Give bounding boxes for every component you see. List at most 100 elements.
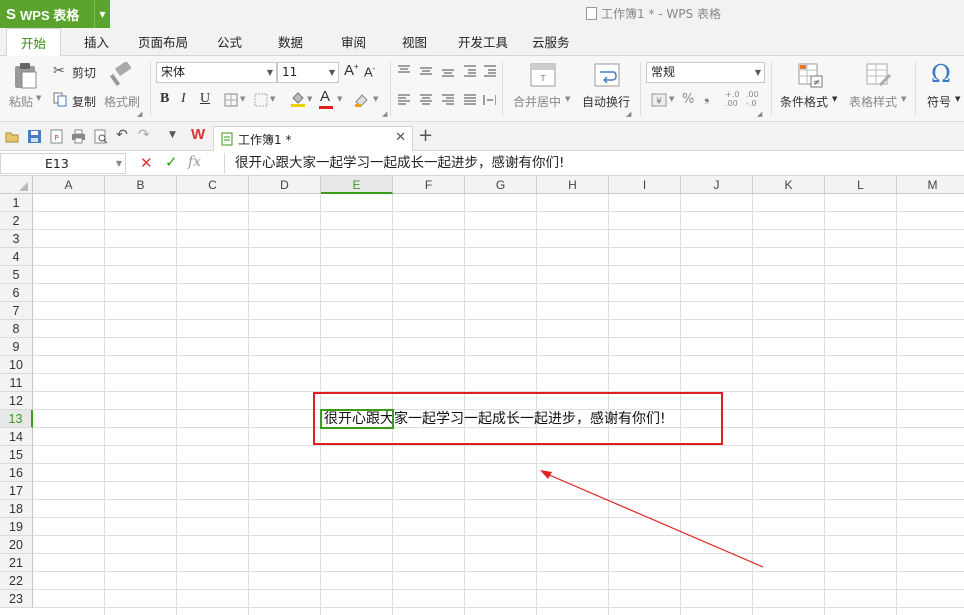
table-style-label: 表格样式 xyxy=(849,95,898,109)
chevron-down-icon: ▼ xyxy=(266,68,273,77)
comma-button[interactable]: ❟ xyxy=(704,89,710,105)
font-size-value: 11 xyxy=(282,65,298,79)
alignment-launcher-icon[interactable]: ◢ xyxy=(626,110,631,118)
currency-dropdown-icon[interactable]: ▼ xyxy=(669,95,674,103)
table-style-icon xyxy=(866,63,891,86)
paste-icon xyxy=(15,63,37,89)
number-format-select[interactable]: 常规 ▼ xyxy=(646,62,765,83)
horizontal-align-icons[interactable] xyxy=(396,93,496,107)
font-color-dropdown-icon[interactable]: ▼ xyxy=(337,95,342,103)
annotation-arrow-line xyxy=(546,473,764,568)
name-box[interactable]: E13 ▼ xyxy=(0,153,126,174)
undo-icon[interactable]: ↶ xyxy=(116,127,128,143)
fill-color-dropdown-icon[interactable]: ▼ xyxy=(307,95,312,103)
tab-page-layout[interactable]: 页面布局 xyxy=(128,28,198,56)
document-tab[interactable]: 工作簿1 * ✕ xyxy=(213,126,413,151)
paste-dropdown-icon: ▼ xyxy=(36,94,42,102)
clear-format-dropdown-icon[interactable]: ▼ xyxy=(373,95,378,103)
merge-center-icon: T xyxy=(530,63,556,87)
cancel-icon[interactable]: ✕ xyxy=(140,154,153,172)
ribbon-separator xyxy=(390,62,391,116)
symbol-label: 符号 xyxy=(927,95,952,109)
ribbon-separator xyxy=(915,62,916,116)
window-title-text: 工作簿1 * - WPS 表格 xyxy=(601,7,721,21)
tab-review[interactable]: 审阅 xyxy=(331,28,376,56)
conditional-format-dropdown-icon: ▼ xyxy=(832,95,838,103)
tab-insert[interactable]: 插入 xyxy=(74,28,119,56)
chevron-down-icon: ▼ xyxy=(115,159,122,168)
border-dropdown-icon[interactable]: ▼ xyxy=(240,95,245,103)
annotation-arrow xyxy=(540,470,764,568)
font-launcher-icon[interactable]: ◢ xyxy=(382,110,387,118)
close-icon[interactable]: ✕ xyxy=(395,130,406,145)
currency-icon[interactable]: ¥ xyxy=(651,93,667,107)
border-icon[interactable] xyxy=(224,93,238,107)
wps-home-icon[interactable]: W xyxy=(191,126,205,143)
tab-formulas[interactable]: 公式 xyxy=(207,28,252,56)
new-tab-icon[interactable]: + xyxy=(418,125,433,146)
print-preview-icon[interactable] xyxy=(93,129,108,144)
ribbon: 粘贴 ▼ ✂ 剪切 复制 格式刷 ◢ 宋体 ▼ 11 ▼ A+ A- B I U… xyxy=(0,56,964,122)
tab-home[interactable]: 开始 xyxy=(6,28,61,57)
font-size-select[interactable]: 11 ▼ xyxy=(277,62,339,83)
symbol-dropdown-icon: ▼ xyxy=(955,95,961,103)
quick-access-toolbar: P ↶ ↷ ▼ W 工作簿1 * ✕ + xyxy=(0,122,964,151)
increase-decimal-icon[interactable]: +.0.00 xyxy=(725,90,739,108)
print-icon[interactable] xyxy=(71,129,86,144)
insert-function-icon[interactable]: fx xyxy=(188,154,201,170)
spreadsheet-icon xyxy=(221,132,233,146)
format-painter-icon xyxy=(109,62,132,87)
percent-button[interactable]: % xyxy=(682,92,694,107)
vertical-align-icons[interactable] xyxy=(396,64,496,78)
ribbon-separator xyxy=(502,62,503,116)
decrease-decimal-icon[interactable]: .00 -.0 xyxy=(746,90,759,108)
paste-label: 粘贴 xyxy=(9,95,34,109)
annotation-arrow-head xyxy=(540,470,552,479)
table-style-dropdown-icon: ▼ xyxy=(901,95,907,103)
clear-format-icon[interactable] xyxy=(353,92,369,108)
copy-label: 复制 xyxy=(72,95,97,109)
font-color-icon[interactable]: A xyxy=(320,88,330,105)
wps-logo-icon: S xyxy=(6,5,17,23)
cell-format-dropdown-icon[interactable]: ▼ xyxy=(270,95,275,103)
redo-icon[interactable]: ↷ xyxy=(138,127,150,143)
italic-button[interactable]: I xyxy=(181,91,186,107)
ribbon-separator xyxy=(640,62,641,116)
font-color-swatch xyxy=(319,106,333,109)
wrap-text-icon xyxy=(594,63,620,87)
confirm-icon[interactable]: ✓ xyxy=(165,153,178,171)
ribbon-separator xyxy=(771,62,772,116)
number-format-value: 常规 xyxy=(651,65,676,79)
conditional-format-label: 条件格式 xyxy=(780,95,829,109)
spreadsheet-grid[interactable]: A B C D E F G H I J K L M 1 2 3 4 5 6 7 8 9 10 11 12 13 14 15 16 17 18… xyxy=(0,176,964,615)
export-pdf-icon[interactable]: P xyxy=(49,129,64,144)
svg-text:¥: ¥ xyxy=(656,97,662,107)
app-menu-button[interactable]: S WPS 表格 ▼ xyxy=(0,0,110,28)
decrease-font-size-icon[interactable]: A- xyxy=(364,64,375,79)
clipboard-launcher-icon[interactable]: ◢ xyxy=(137,110,142,118)
increase-font-size-icon[interactable]: A+ xyxy=(344,62,359,79)
wrap-text-label: 自动换行 xyxy=(582,95,631,109)
number-launcher-icon[interactable]: ◢ xyxy=(757,110,762,118)
cell-format-icon[interactable] xyxy=(254,93,268,107)
underline-button[interactable]: U xyxy=(200,91,210,107)
formula-input[interactable]: 很开心跟大家一起学习一起成长一起进步，感谢有你们! xyxy=(224,153,964,174)
bold-button[interactable]: B xyxy=(160,91,169,107)
chevron-down-icon: ▼ xyxy=(754,68,761,77)
font-name-select[interactable]: 宋体 ▼ xyxy=(156,62,277,83)
merge-center-dropdown-icon: ▼ xyxy=(565,95,571,103)
tab-cloud-service[interactable]: 云服务 xyxy=(522,28,580,56)
ribbon-separator xyxy=(150,62,151,116)
save-icon[interactable] xyxy=(27,129,42,144)
tab-view[interactable]: 视图 xyxy=(392,28,437,56)
fill-color-icon[interactable] xyxy=(290,90,306,108)
tab-data[interactable]: 数据 xyxy=(268,28,313,56)
tab-developer[interactable]: 开发工具 xyxy=(448,28,518,56)
svg-text:P: P xyxy=(54,134,58,142)
app-menu-dropdown-icon[interactable]: ▼ xyxy=(94,0,110,28)
customize-toolbar-icon[interactable]: ▼ xyxy=(169,130,176,140)
document-tab-label: 工作簿1 * xyxy=(238,133,292,147)
open-icon[interactable] xyxy=(5,129,20,144)
font-name-value: 宋体 xyxy=(161,65,186,79)
merge-center-label: 合并居中 xyxy=(513,95,562,109)
